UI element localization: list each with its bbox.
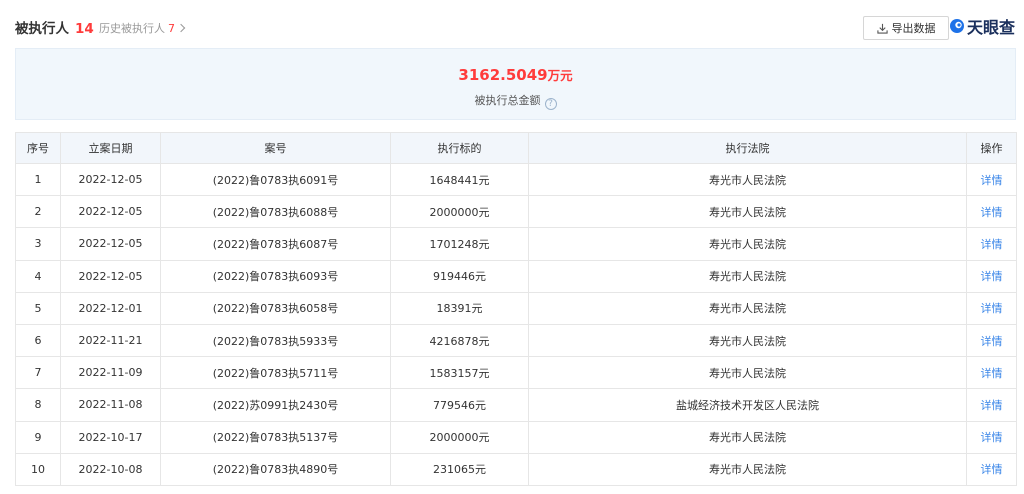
cell-amount: 779546元 <box>390 388 529 422</box>
cell-date: 2022-12-05 <box>60 195 161 229</box>
total-amount-label-text: 被执行总金额 <box>474 94 541 107</box>
help-icon[interactable]: ? <box>544 98 557 110</box>
cell-no: 3 <box>15 227 61 261</box>
total-amount-unit: 万元 <box>547 68 573 83</box>
cell-amount: 18391元 <box>390 291 529 325</box>
cell-court: 寿光市人民法院 <box>528 227 967 261</box>
cell-amount: 1583157元 <box>390 356 529 390</box>
history-link-count: 7 <box>168 22 175 35</box>
cell-court: 盐城经济技术开发区人民法院 <box>528 388 967 422</box>
cell-court: 寿光市人民法院 <box>528 259 967 293</box>
cell-amount: 2000000元 <box>390 195 529 229</box>
export-data-label: 导出数据 <box>891 22 936 35</box>
cell-no: 4 <box>15 259 61 293</box>
detail-link[interactable]: 详情 <box>966 356 1017 390</box>
table-row: 4 2022-12-05 (2022)鲁0783执6093号 919446元 寿… <box>15 259 1017 293</box>
col-header-no: 序号 <box>15 132 61 164</box>
table-row: 6 2022-11-21 (2022)鲁0783执5933号 4216878元 … <box>15 323 1017 358</box>
cell-case: (2022)鲁0783执5711号 <box>160 356 391 390</box>
table-row: 2 2022-12-05 (2022)鲁0783执6088号 2000000元 … <box>15 195 1017 229</box>
cell-case: (2022)鲁0783执6058号 <box>160 291 391 325</box>
cell-amount: 2000000元 <box>390 420 529 454</box>
table-header-row: 序号 立案日期 案号 执行标的 执行法院 操作 <box>15 132 1017 164</box>
chevron-right-icon <box>176 23 186 33</box>
cell-case: (2022)鲁0783执5933号 <box>160 323 391 358</box>
total-amount-label: 被执行总金额? <box>16 92 1015 110</box>
history-link-label: 历史被执行人 <box>99 22 165 35</box>
total-amount-value: 3162.5049 <box>458 66 548 84</box>
section-title: 被执行人 14 <box>15 17 94 37</box>
cell-no: 1 <box>15 162 61 197</box>
cell-date: 2022-11-08 <box>60 388 161 422</box>
table-row: 7 2022-11-09 (2022)鲁0783执5711号 1583157元 … <box>15 356 1017 390</box>
cell-court: 寿光市人民法院 <box>528 420 967 454</box>
cell-case: (2022)鲁0783执4890号 <box>160 452 391 486</box>
cell-amount: 1701248元 <box>390 227 529 261</box>
cell-date: 2022-12-05 <box>60 227 161 261</box>
detail-link[interactable]: 详情 <box>966 323 1017 358</box>
cell-court: 寿光市人民法院 <box>528 195 967 229</box>
tianyancha-logo: 天眼查 <box>949 14 1015 38</box>
cell-court: 寿光市人民法院 <box>528 162 967 197</box>
cell-date: 2022-12-05 <box>60 162 161 197</box>
cell-date: 2022-10-08 <box>60 452 161 486</box>
table-row: 8 2022-11-08 (2022)苏0991执2430号 779546元 盐… <box>15 388 1017 422</box>
detail-link[interactable]: 详情 <box>966 291 1017 325</box>
cell-case: (2022)鲁0783执6088号 <box>160 195 391 229</box>
col-header-case: 案号 <box>160 132 391 164</box>
cell-court: 寿光市人民法院 <box>528 356 967 390</box>
cell-amount: 919446元 <box>390 259 529 293</box>
cell-no: 2 <box>15 195 61 229</box>
cell-case: (2022)苏0991执2430号 <box>160 388 391 422</box>
detail-link[interactable]: 详情 <box>966 388 1017 422</box>
detail-link[interactable]: 详情 <box>966 162 1017 197</box>
table-row: 1 2022-12-05 (2022)鲁0783执6091号 1648441元 … <box>15 162 1017 197</box>
cell-date: 2022-12-05 <box>60 259 161 293</box>
total-amount: 3162.5049万元 <box>16 65 1015 84</box>
section-title-count: 14 <box>75 21 94 37</box>
cell-case: (2022)鲁0783执6093号 <box>160 259 391 293</box>
col-header-date: 立案日期 <box>60 132 161 164</box>
table-row: 3 2022-12-05 (2022)鲁0783执6087号 1701248元 … <box>15 227 1017 261</box>
cell-no: 8 <box>15 388 61 422</box>
cell-date: 2022-12-01 <box>60 291 161 325</box>
cell-no: 5 <box>15 291 61 325</box>
execution-table: 序号 立案日期 案号 执行标的 执行法院 操作 1 2022-12-05 (20… <box>15 132 1017 486</box>
cell-amount: 231065元 <box>390 452 529 486</box>
cell-court: 寿光市人民法院 <box>528 452 967 486</box>
tianyancha-logo-icon <box>950 19 964 33</box>
table-row: 10 2022-10-08 (2022)鲁0783执4890号 231065元 … <box>15 452 1017 486</box>
summary-panel: 3162.5049万元 被执行总金额? <box>15 48 1016 120</box>
col-header-amount: 执行标的 <box>390 132 529 164</box>
table-row: 5 2022-12-01 (2022)鲁0783执6058号 18391元 寿光… <box>15 291 1017 325</box>
cell-date: 2022-10-17 <box>60 420 161 454</box>
download-icon <box>876 23 888 34</box>
col-header-op: 操作 <box>966 132 1017 164</box>
cell-case: (2022)鲁0783执6087号 <box>160 227 391 261</box>
table-row: 9 2022-10-17 (2022)鲁0783执5137号 2000000元 … <box>15 420 1017 454</box>
cell-case: (2022)鲁0783执6091号 <box>160 162 391 197</box>
cell-court: 寿光市人民法院 <box>528 291 967 325</box>
cell-no: 6 <box>15 323 61 358</box>
logo-text: 天眼查 <box>967 18 1016 37</box>
section-header: 被执行人 14 历史被执行人 7 导出数据 天眼查 <box>15 0 1016 50</box>
cell-amount: 1648441元 <box>390 162 529 197</box>
cell-date: 2022-11-21 <box>60 323 161 358</box>
cell-amount: 4216878元 <box>390 323 529 358</box>
section-title-text: 被执行人 <box>15 21 69 37</box>
detail-link[interactable]: 详情 <box>966 420 1017 454</box>
detail-link[interactable]: 详情 <box>966 259 1017 293</box>
cell-date: 2022-11-09 <box>60 356 161 390</box>
export-data-button[interactable]: 导出数据 <box>863 16 949 40</box>
history-link[interactable]: 历史被执行人 7 <box>99 20 186 36</box>
detail-link[interactable]: 详情 <box>966 227 1017 261</box>
detail-link[interactable]: 详情 <box>966 195 1017 229</box>
cell-no: 9 <box>15 420 61 454</box>
cell-no: 10 <box>15 452 61 486</box>
detail-link[interactable]: 详情 <box>966 452 1017 486</box>
col-header-court: 执行法院 <box>528 132 967 164</box>
cell-case: (2022)鲁0783执5137号 <box>160 420 391 454</box>
cell-no: 7 <box>15 356 61 390</box>
cell-court: 寿光市人民法院 <box>528 323 967 358</box>
